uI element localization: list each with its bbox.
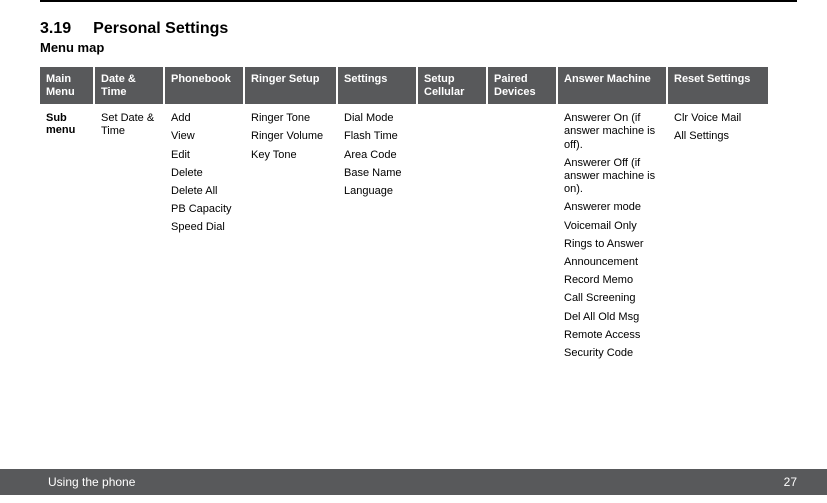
list-item: Base Name xyxy=(344,167,410,180)
cell-reset-settings: Clr Voice Mail All Settings xyxy=(668,104,768,369)
list-item: Security Code xyxy=(564,347,660,360)
list-item: Voicemail Only xyxy=(564,220,660,233)
section-subtitle: Menu map xyxy=(40,40,797,55)
list-item: Del All Old Msg xyxy=(564,311,660,324)
list-item: Answerer Off (if answer machine is on). xyxy=(564,157,660,197)
col-header-reset-settings: Reset Settings xyxy=(668,67,768,104)
list-item: Speed Dial xyxy=(171,221,237,234)
list-item: Answerer On (if answer machine is off). xyxy=(564,112,660,152)
table-header-row: Main Menu Date & Time Phonebook Ringer S… xyxy=(40,67,797,104)
cell-phonebook: Add View Edit Delete Delete All PB Capac… xyxy=(165,104,245,369)
list-item: Ringer Tone xyxy=(251,112,330,125)
list-item: Answerer mode xyxy=(564,201,660,214)
list-item: Dial Mode xyxy=(344,112,410,125)
list-item: Delete xyxy=(171,167,237,180)
col-header-settings: Settings xyxy=(338,67,418,104)
section-number: 3.19 xyxy=(40,20,71,38)
list-item: Delete All xyxy=(171,185,237,198)
list-item: Rings to Answer xyxy=(564,238,660,251)
page-footer: Using the phone 27 xyxy=(0,469,827,495)
list-item: Ringer Volume xyxy=(251,130,330,143)
footer-left-text: Using the phone xyxy=(48,475,135,489)
section-title: Personal Settings xyxy=(93,20,228,38)
col-header-setup-cellular: Setup Cellular xyxy=(418,67,488,104)
list-item: Record Memo xyxy=(564,274,660,287)
col-header-date-time: Date & Time xyxy=(95,67,165,104)
cell-settings: Dial Mode Flash Time Area Code Base Name… xyxy=(338,104,418,369)
row-label-cell: Sub menu xyxy=(40,104,95,369)
cell-date-time: Set Date & Time xyxy=(95,104,165,369)
col-header-ringer-setup: Ringer Setup xyxy=(245,67,338,104)
list-item: All Settings xyxy=(674,130,762,143)
section-heading: 3.19 Personal Settings xyxy=(40,20,797,38)
list-item: Set Date & Time xyxy=(101,112,157,138)
col-header-answer-machine: Answer Machine xyxy=(558,67,668,104)
list-item: Area Code xyxy=(344,149,410,162)
cell-answer-machine: Answerer On (if answer machine is off). … xyxy=(558,104,668,369)
cell-setup-cellular xyxy=(418,104,488,369)
page-content: 3.19 Personal Settings Menu map Main Men… xyxy=(40,20,797,369)
list-item: Clr Voice Mail xyxy=(674,112,762,125)
top-border-rule xyxy=(40,0,797,2)
footer-page-number: 27 xyxy=(784,475,797,489)
list-item: Call Screening xyxy=(564,292,660,305)
col-header-main-menu: Main Menu xyxy=(40,67,95,104)
cell-ringer-setup: Ringer Tone Ringer Volume Key Tone xyxy=(245,104,338,369)
list-item: Flash Time xyxy=(344,130,410,143)
col-header-paired-devices: Paired Devices xyxy=(488,67,558,104)
list-item: Announcement xyxy=(564,256,660,269)
list-item: Remote Access xyxy=(564,329,660,342)
list-item: Language xyxy=(344,185,410,198)
list-item: PB Capacity xyxy=(171,203,237,216)
list-item: Add xyxy=(171,112,237,125)
table-body-row: Sub menu Set Date & Time Add View Edit D… xyxy=(40,104,797,369)
cell-paired-devices xyxy=(488,104,558,369)
list-item: View xyxy=(171,130,237,143)
menu-map-table: Main Menu Date & Time Phonebook Ringer S… xyxy=(40,65,797,369)
list-item: Edit xyxy=(171,149,237,162)
col-header-phonebook: Phonebook xyxy=(165,67,245,104)
list-item: Key Tone xyxy=(251,149,330,162)
